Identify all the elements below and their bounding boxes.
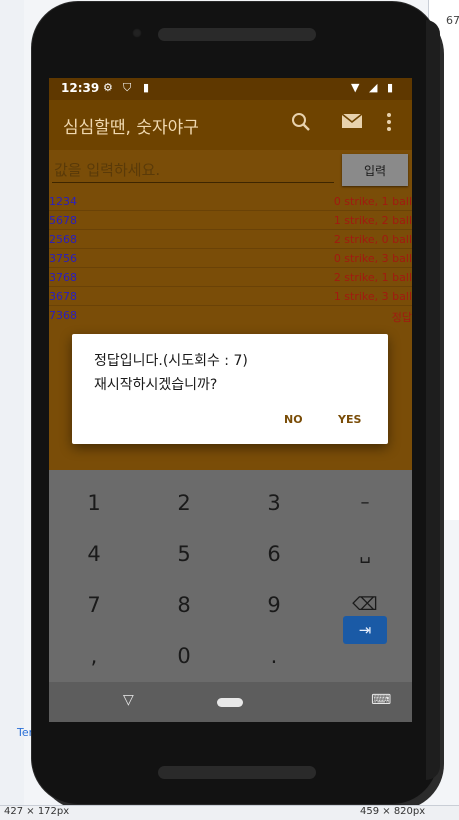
ide-left-panel <box>0 0 24 810</box>
back-icon[interactable]: ▽ <box>123 692 134 708</box>
list-item: 7368 정답 <box>49 306 412 324</box>
ide-right-text: 67 <box>446 14 459 27</box>
dialog-yes-button[interactable]: YES <box>332 412 367 427</box>
guess-result: 정답 <box>391 311 412 324</box>
guess-result: 1 strike, 3 ball <box>333 290 412 303</box>
guess-result: 0 strike, 1 ball <box>333 195 412 208</box>
guess-result: 2 strike, 0 ball <box>333 233 412 246</box>
cursor-coords: 427 × 172px <box>4 806 70 817</box>
shield-icon: ⛉ <box>123 81 132 94</box>
clock: 12:39 <box>61 81 100 95</box>
key-2[interactable]: 2 <box>139 478 229 528</box>
numeric-keyboard: 1 2 3 – 4 5 6 ␣ 7 8 9 ⌫ , 0 . ⇥ <box>49 470 412 682</box>
number-input[interactable] <box>52 156 338 184</box>
key-1[interactable]: 1 <box>49 478 139 528</box>
sd-card-icon: ▮ <box>143 81 150 94</box>
key-9[interactable]: 9 <box>229 580 319 630</box>
key-4[interactable]: 4 <box>49 529 139 579</box>
android-status-bar: 12:39 ⚙ ⛉ ▮ ▼ ◢ ▮ <box>49 78 412 100</box>
key-next[interactable]: ⇥ <box>343 616 387 644</box>
key-7[interactable]: 7 <box>49 580 139 630</box>
key-0[interactable]: 0 <box>139 631 229 681</box>
app-bar: 심심할땐, 숫자야구 <box>49 100 412 150</box>
list-item: 5678 1 strike, 2 ball <box>49 211 412 230</box>
number-input-wrap <box>52 156 338 184</box>
dialog-no-button[interactable]: NO <box>278 412 309 427</box>
phone-screen: 12:39 ⚙ ⛉ ▮ ▼ ◢ ▮ 심심할땐, 숫자야구 입력 12340 st… <box>49 78 412 722</box>
signal-icon: ◢ <box>369 81 378 94</box>
key-minus[interactable]: – <box>320 478 410 528</box>
key-8[interactable]: 8 <box>139 580 229 630</box>
guess-number: 7368 <box>49 309 77 322</box>
battery-icon: ▮ <box>387 81 394 94</box>
guess-result: 2 strike, 1 ball <box>333 271 412 284</box>
guess-number: 5678 <box>49 214 77 227</box>
nav-bar: ▽ ⌨ <box>49 682 412 722</box>
overflow-menu-icon[interactable] <box>385 112 393 137</box>
home-icon[interactable] <box>217 698 243 707</box>
key-period[interactable]: . <box>229 631 319 681</box>
top-speaker <box>158 28 316 41</box>
canvas-size: 459 × 820px <box>360 806 426 817</box>
wifi-icon: ▼ <box>351 81 360 94</box>
bottom-speaker <box>158 766 316 779</box>
list-item: 1234 0 strike, 1 ball <box>49 192 412 211</box>
key-6[interactable]: 6 <box>229 529 319 579</box>
submit-button[interactable]: 입력 <box>342 154 408 186</box>
list-item: 3678 1 strike, 3 ball <box>49 287 412 306</box>
dialog-message-line1: 정답입니다.(시도회수 : 7) <box>94 353 248 369</box>
guess-result: 1 strike, 2 ball <box>333 214 412 227</box>
guess-number: 2568 <box>49 233 77 246</box>
list-item: 3756 0 strike, 3 ball <box>49 249 412 268</box>
guess-result: 0 strike, 3 ball <box>333 252 412 265</box>
guess-list: 1234 0 strike, 1 ball 5678 1 strike, 2 bal… <box>49 192 412 324</box>
guess-number: 1234 <box>49 195 77 208</box>
list-item: 2568 2 strike, 0 ball <box>49 230 412 249</box>
ide-status-bar: 427 × 172px 459 × 820px <box>0 805 459 820</box>
key-3[interactable]: 3 <box>229 478 319 528</box>
alert-dialog: 정답입니다.(시도회수 : 7) 재시작하시겠습니까? NO YES <box>72 334 388 444</box>
settings-gear-icon: ⚙ <box>103 81 113 94</box>
camera <box>132 28 142 38</box>
mail-icon[interactable] <box>341 112 363 135</box>
dialog-message-line2: 재시작하시겠습니까? <box>94 377 218 393</box>
list-item: 3768 2 strike, 1 ball <box>49 268 412 287</box>
app-title: 심심할땐, 숫자야구 <box>63 118 199 138</box>
key-comma[interactable]: , <box>49 631 139 681</box>
keyboard-switch-icon[interactable]: ⌨ <box>371 692 391 708</box>
guess-number: 3768 <box>49 271 77 284</box>
key-space[interactable]: ␣ <box>320 529 410 579</box>
search-icon[interactable] <box>291 112 311 137</box>
phone-side-edge <box>426 20 440 780</box>
key-5[interactable]: 5 <box>139 529 229 579</box>
guess-number: 3678 <box>49 290 77 303</box>
ide-left-link[interactable]: Ter <box>17 726 33 739</box>
guess-number: 3756 <box>49 252 77 265</box>
